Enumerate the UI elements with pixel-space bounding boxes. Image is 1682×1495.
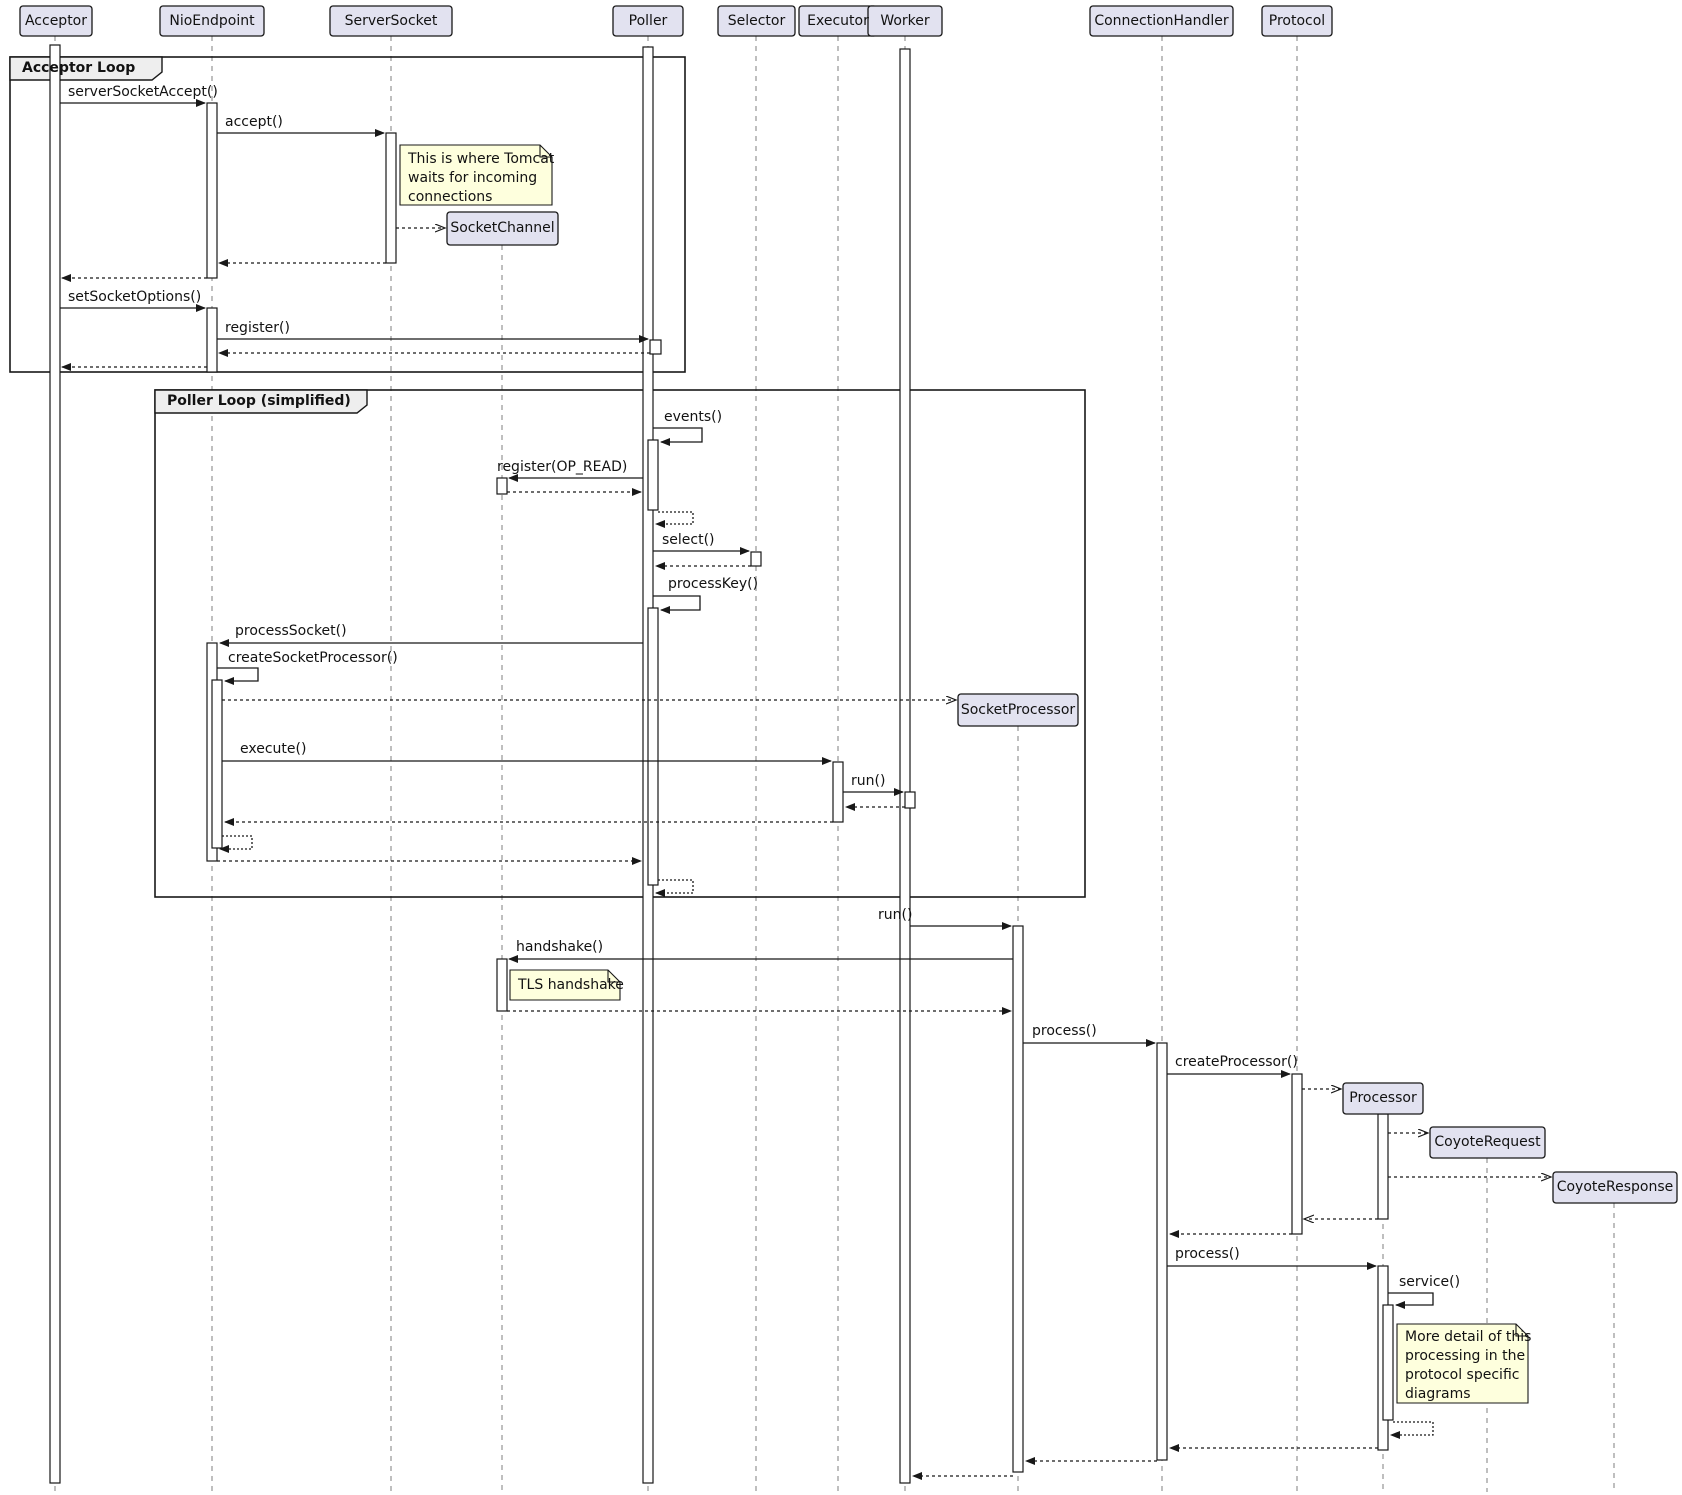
activation-selector xyxy=(751,552,761,566)
activation-connectionhandler xyxy=(1157,1043,1167,1460)
activation-worker xyxy=(900,49,910,1483)
frame-acceptor-loop-border xyxy=(10,57,685,372)
note-tls xyxy=(510,970,620,1000)
activation-poller-processkey xyxy=(648,608,658,885)
activation-protocol xyxy=(1292,1074,1302,1234)
arrow-processKey-self xyxy=(653,596,700,610)
participant-box-acceptor xyxy=(20,6,92,36)
participant-box-connectionhandler xyxy=(1090,6,1233,36)
participant-box-selector xyxy=(718,6,795,36)
activation-processor-create xyxy=(1378,1114,1388,1219)
arrow-service-self xyxy=(1388,1293,1433,1305)
activation-acceptor xyxy=(50,45,60,1483)
activation-nioendpoint-createsocketprocessor xyxy=(212,680,222,848)
activation-worker-run xyxy=(905,792,915,808)
activation-executor xyxy=(833,762,843,822)
arrow-service-return-self xyxy=(1391,1422,1433,1435)
notes-layer xyxy=(400,145,1528,1403)
activation-poller-events xyxy=(648,440,658,510)
messages-layer xyxy=(60,103,1550,1476)
participant-box-coyoterequest xyxy=(1430,1127,1545,1158)
arrow-createSocketProcessor-self xyxy=(217,668,258,681)
note-protocol-detail xyxy=(1397,1324,1528,1403)
participant-box-serversocket xyxy=(330,6,452,36)
arrow-createSocketProcessor-return-self xyxy=(220,836,252,849)
participant-boxes xyxy=(20,6,1677,1203)
activation-socketchannel-register xyxy=(497,478,507,494)
participant-box-coyoteresponse xyxy=(1553,1172,1677,1203)
sequence-diagram: Acceptor NioEndpoint ServerSocket Poller… xyxy=(0,0,1682,1495)
activation-serversocket xyxy=(386,133,396,263)
participant-box-processor xyxy=(1343,1083,1423,1114)
participant-box-socketchannel xyxy=(447,212,558,245)
activation-processor-service xyxy=(1383,1305,1393,1420)
frame-acceptor-loop xyxy=(10,57,685,372)
activation-nioendpoint-accept xyxy=(207,103,217,278)
note-accept-wait xyxy=(400,145,552,205)
participant-box-worker xyxy=(868,6,942,36)
activations xyxy=(50,45,1393,1483)
arrow-events-return-self xyxy=(656,512,693,524)
activation-poller-register xyxy=(650,340,661,354)
participant-box-executor xyxy=(799,6,877,36)
arrow-events-self xyxy=(653,428,702,442)
activation-nioendpoint-setsocketoptions xyxy=(207,308,217,372)
participant-box-protocol xyxy=(1262,6,1332,36)
activation-socketprocessor xyxy=(1013,926,1023,1472)
activation-socketchannel-handshake xyxy=(497,959,507,1011)
participant-box-nioendpoint xyxy=(160,6,264,36)
frame-acceptor-loop-tab xyxy=(10,57,162,80)
participant-box-poller xyxy=(613,6,683,36)
frame-poller-loop-tab xyxy=(155,390,367,413)
participant-box-socketprocessor xyxy=(958,694,1078,726)
arrow-processKey-return-self xyxy=(656,880,693,893)
